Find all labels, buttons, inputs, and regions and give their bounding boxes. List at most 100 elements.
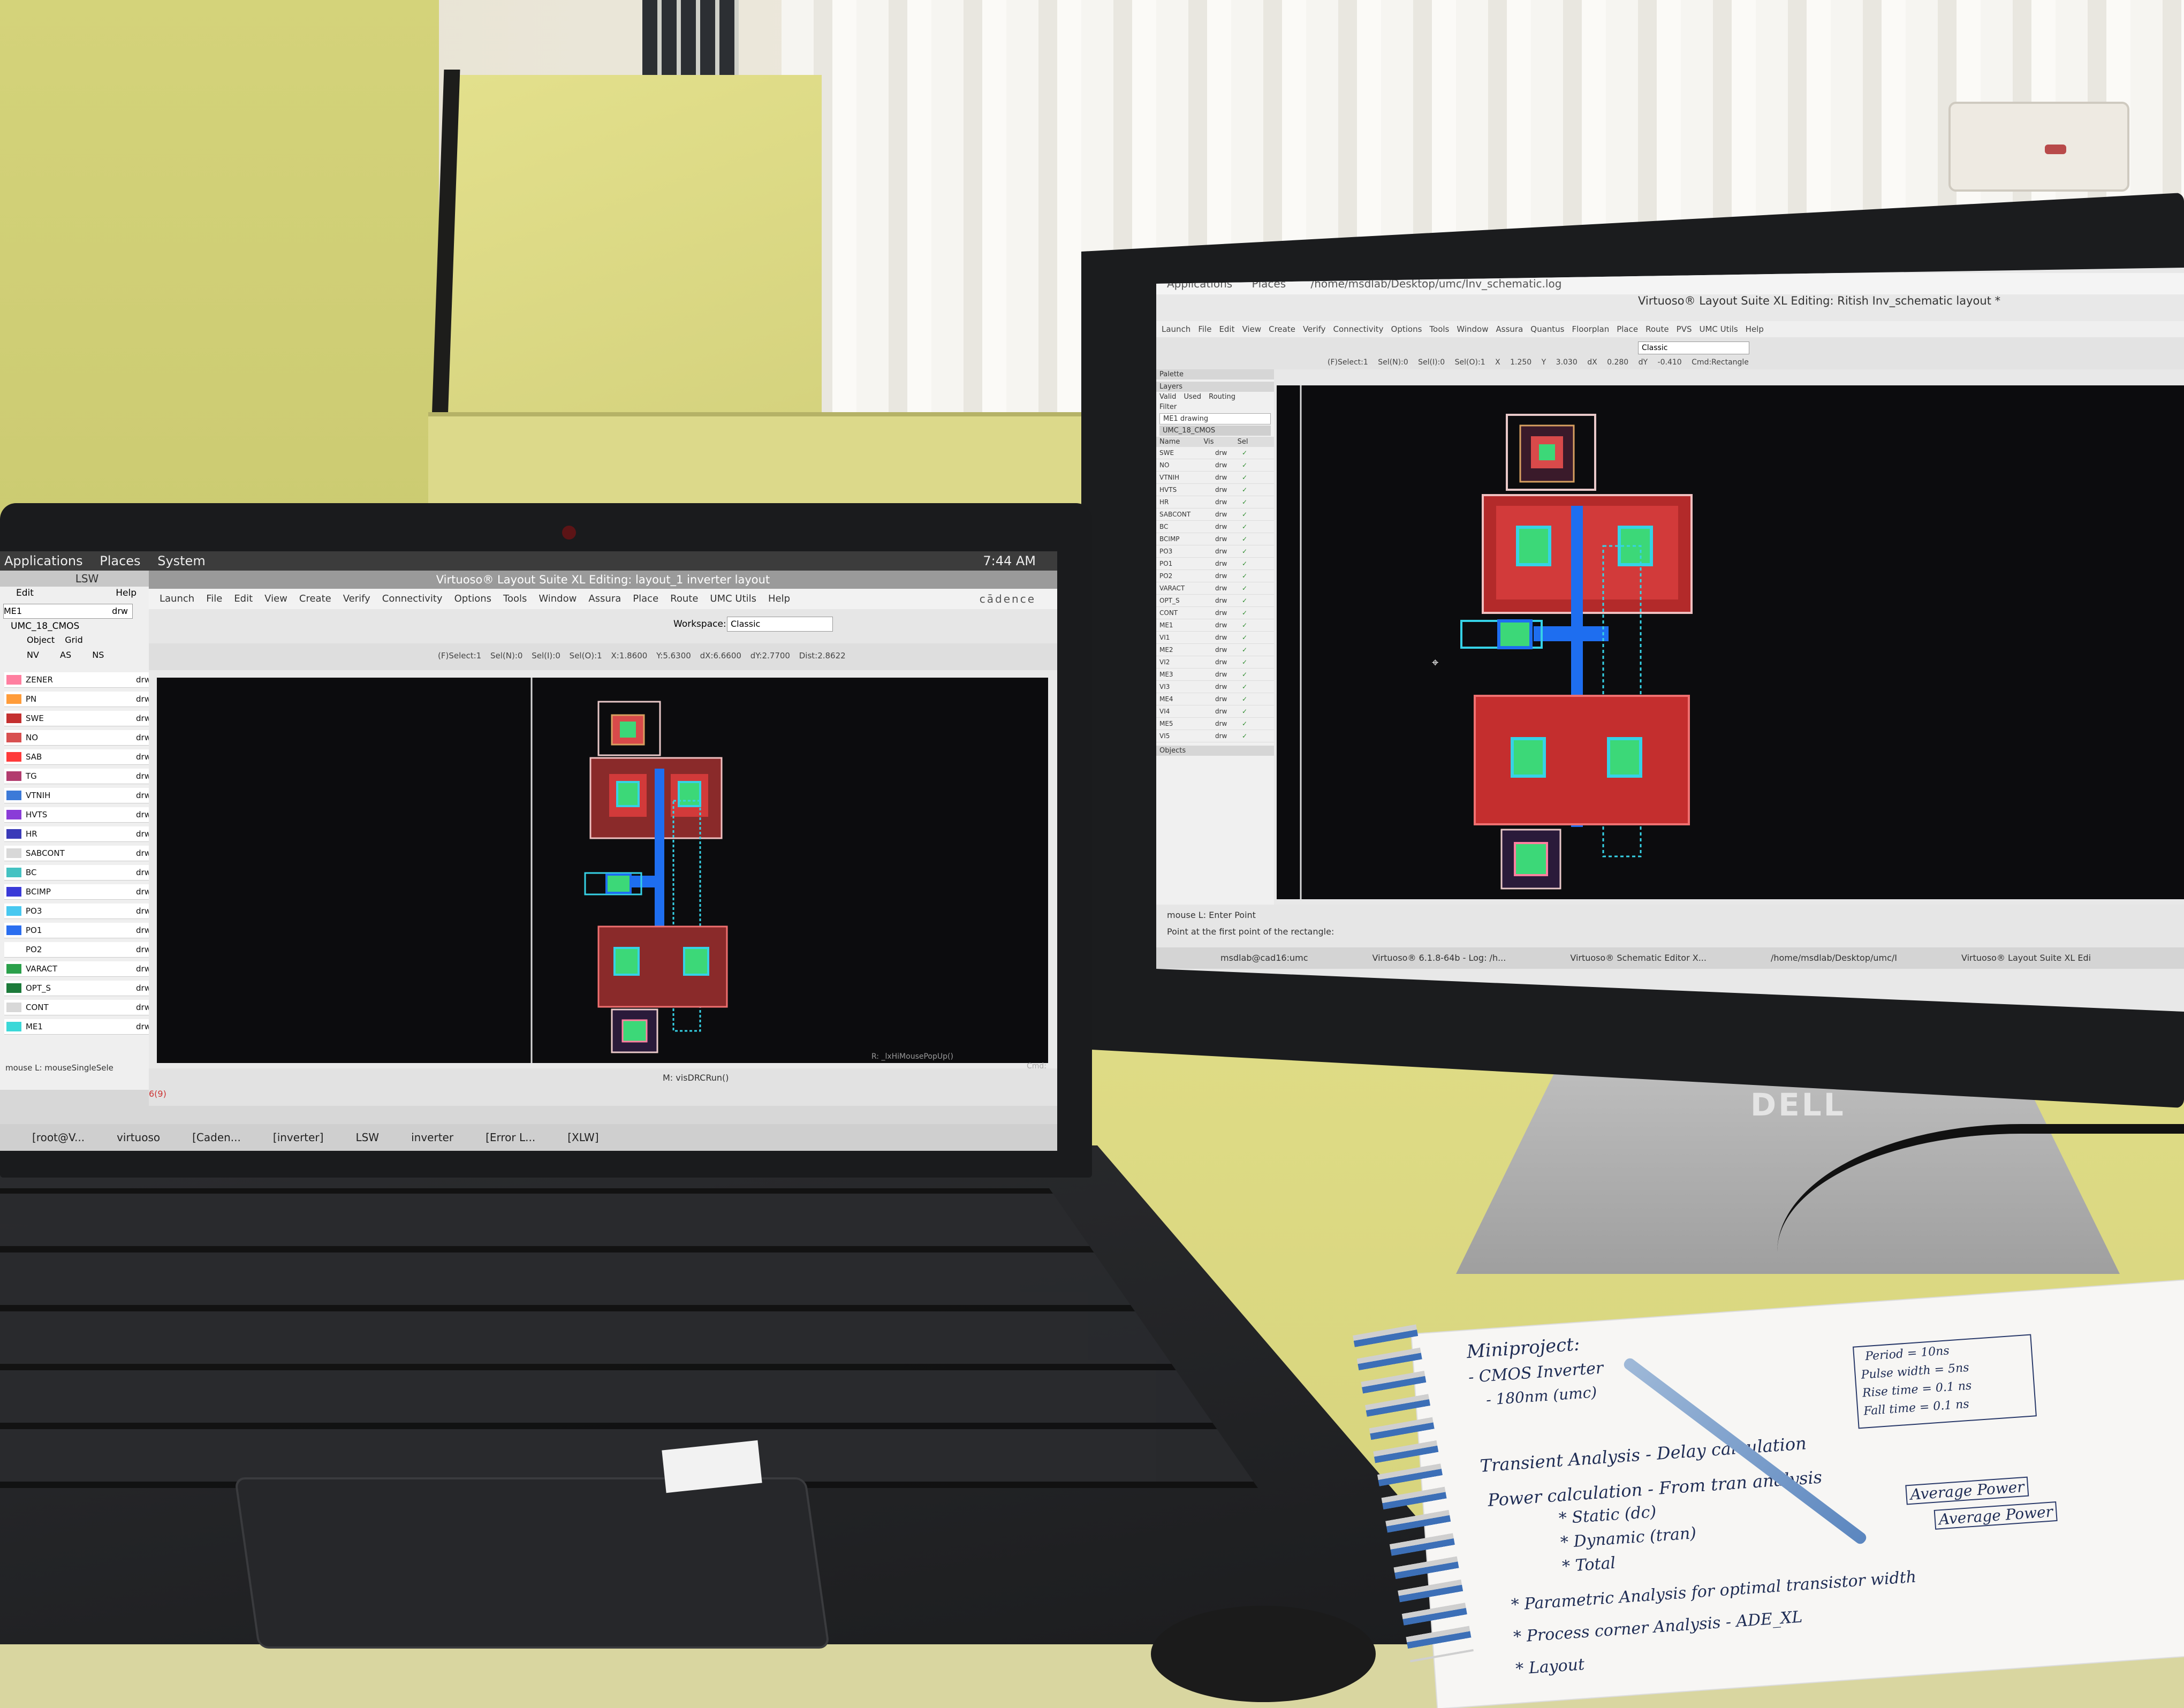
palette-layer-row[interactable]: HVTS drw ✓ [1156,484,1274,496]
visible-checkbox[interactable]: ✓ [1242,472,1247,483]
visible-checkbox[interactable]: ✓ [1242,644,1247,656]
menu-item-pvs[interactable]: PVS [1677,324,1692,334]
taskbar-item[interactable]: msdlab@cad16:umc [1220,953,1308,963]
lsw-layer-row[interactable]: NO drw [4,730,154,746]
visible-checkbox[interactable]: ✓ [1242,545,1247,557]
menu-item-create[interactable]: Create [1269,324,1295,334]
visible-checkbox[interactable]: ✓ [1242,669,1247,680]
taskbar-item[interactable]: [root@V... [32,1131,85,1144]
lsw-layer-row[interactable]: VARACT drw [4,961,154,977]
lsw-edit-menu[interactable]: Edit [16,588,34,598]
palette-layer-row[interactable]: BCIMP drw ✓ [1156,533,1274,545]
visible-checkbox[interactable]: ✓ [1242,459,1247,471]
applications-menu[interactable]: Applications [4,553,83,568]
menu-item-launch[interactable]: Launch [160,593,194,604]
lsw-layer-row[interactable]: VTNIH drw [4,788,154,803]
palette-layer-row[interactable]: SABCONT drw ✓ [1156,508,1274,521]
places-menu[interactable]: Places [100,553,140,568]
palette-layer-row[interactable]: BC drw ✓ [1156,521,1274,533]
visible-checkbox[interactable]: ✓ [1242,484,1247,496]
visible-checkbox[interactable]: ✓ [1242,447,1247,459]
lsw-layer-row[interactable]: ME1 drw [4,1019,154,1035]
menu-item-launch[interactable]: Launch [1162,324,1190,334]
palette-layer-row[interactable]: ME4 drw ✓ [1156,693,1274,705]
workspace-select[interactable]: Classic [727,617,833,632]
lsw-layer-row[interactable]: CONT drw [4,1000,154,1015]
visible-checkbox[interactable]: ✓ [1242,521,1247,533]
menu-item-view[interactable]: View [1242,324,1262,334]
visible-checkbox[interactable]: ✓ [1242,533,1247,545]
palette-layer-row[interactable]: ME3 drw ✓ [1156,669,1274,681]
palette-layer-row[interactable]: ME1 drw ✓ [1156,619,1274,632]
palette-layer-row[interactable]: CONT drw ✓ [1156,607,1274,619]
menu-item-view[interactable]: View [264,593,287,604]
visible-checkbox[interactable]: ✓ [1242,582,1247,594]
menu-item-floorplan[interactable]: Floorplan [1572,324,1610,334]
taskbar-item[interactable]: virtuoso [117,1131,160,1144]
palette-layer-row[interactable]: VI4 drw ✓ [1156,705,1274,718]
menu-item-options[interactable]: Options [454,593,491,604]
menu-item-place[interactable]: Place [1617,324,1638,334]
menu-item-edit[interactable]: Edit [234,593,253,604]
menu-item-file[interactable]: File [206,593,222,604]
lsw-layer-row[interactable]: SWE drw [4,711,154,726]
visible-checkbox[interactable]: ✓ [1242,693,1247,705]
visible-checkbox[interactable]: ✓ [1242,607,1247,619]
menu-item-help[interactable]: Help [1746,324,1764,334]
palette-layer-row[interactable]: SWE drw ✓ [1156,447,1274,459]
menu-item-tools[interactable]: Tools [1429,324,1449,334]
menu-item-place[interactable]: Place [633,593,658,604]
visible-checkbox[interactable]: ✓ [1242,496,1247,508]
menu-item-edit[interactable]: Edit [1219,324,1234,334]
lsw-layer-row[interactable]: BC drw [4,865,154,880]
visible-checkbox[interactable]: ✓ [1242,681,1247,693]
toggle-ns[interactable]: NS [92,650,104,660]
tech-library[interactable]: UMC_18_CMOS [1159,426,1271,436]
menu-item-verify[interactable]: Verify [343,593,370,604]
menu-item-umc-utils[interactable]: UMC Utils [1699,324,1738,334]
workspace-select[interactable]: Classic [1638,341,1749,354]
lsw-layer-row[interactable]: SABCONT drw [4,846,154,861]
system-menu[interactable]: System [157,553,206,568]
visible-checkbox[interactable]: ✓ [1242,705,1247,717]
filter-grid[interactable]: Grid [65,635,83,645]
palette-layer-row[interactable]: PO3 drw ✓ [1156,545,1274,558]
visible-checkbox[interactable]: ✓ [1242,508,1247,520]
taskbar-item[interactable]: Virtuoso® 6.1.8-64b - Log: /h... [1372,953,1506,963]
taskbar-item[interactable]: Virtuoso® Schematic Editor X... [1570,953,1707,963]
visible-checkbox[interactable]: ✓ [1242,570,1247,582]
menu-item-connectivity[interactable]: Connectivity [1333,324,1384,334]
palette-layer-row[interactable]: VARACT drw ✓ [1156,582,1274,595]
current-layer[interactable]: ME1 drawing [1159,413,1271,424]
lsw-layer-row[interactable]: HVTS drw [4,807,154,823]
visible-checkbox[interactable]: ✓ [1242,558,1247,570]
toggle-nv[interactable]: NV [27,650,39,660]
visible-checkbox[interactable]: ✓ [1242,619,1247,631]
palette-layer-row[interactable]: VI3 drw ✓ [1156,681,1274,693]
visible-checkbox[interactable]: ✓ [1242,595,1247,606]
menu-item-help[interactable]: Help [768,593,790,604]
layout-canvas[interactable] [157,678,1048,1063]
menu-item-quantus[interactable]: Quantus [1530,324,1564,334]
palette-layer-row[interactable]: VI1 drw ✓ [1156,632,1274,644]
menu-item-connectivity[interactable]: Connectivity [382,593,443,604]
palette-layer-row[interactable]: VTNIH drw ✓ [1156,472,1274,484]
palette-layer-row[interactable]: ME5 drw ✓ [1156,718,1274,730]
menu-item-file[interactable]: File [1198,324,1211,334]
filter-object[interactable]: Object [27,635,55,645]
menu-item-create[interactable]: Create [299,593,331,604]
visible-checkbox[interactable]: ✓ [1242,656,1247,668]
taskbar-item[interactable]: [Caden... [192,1131,241,1144]
menu-item-route[interactable]: Route [1645,324,1669,334]
menu-item-umc-utils[interactable]: UMC Utils [710,593,756,604]
taskbar-item[interactable]: LSW [355,1131,379,1144]
toggle-as[interactable]: AS [60,650,71,660]
layout-canvas[interactable]: ⌖ [1277,385,2184,899]
menu-item-verify[interactable]: Verify [1303,324,1326,334]
lsw-layer-row[interactable]: ZENER drw [4,672,154,688]
lsw-layer-row[interactable]: PO2 drw [4,942,154,958]
palette-layer-row[interactable]: HR drw ✓ [1156,496,1274,508]
menu-item-route[interactable]: Route [670,593,698,604]
visible-checkbox[interactable]: ✓ [1242,718,1247,730]
lsw-layer-row[interactable]: HR drw [4,826,154,842]
